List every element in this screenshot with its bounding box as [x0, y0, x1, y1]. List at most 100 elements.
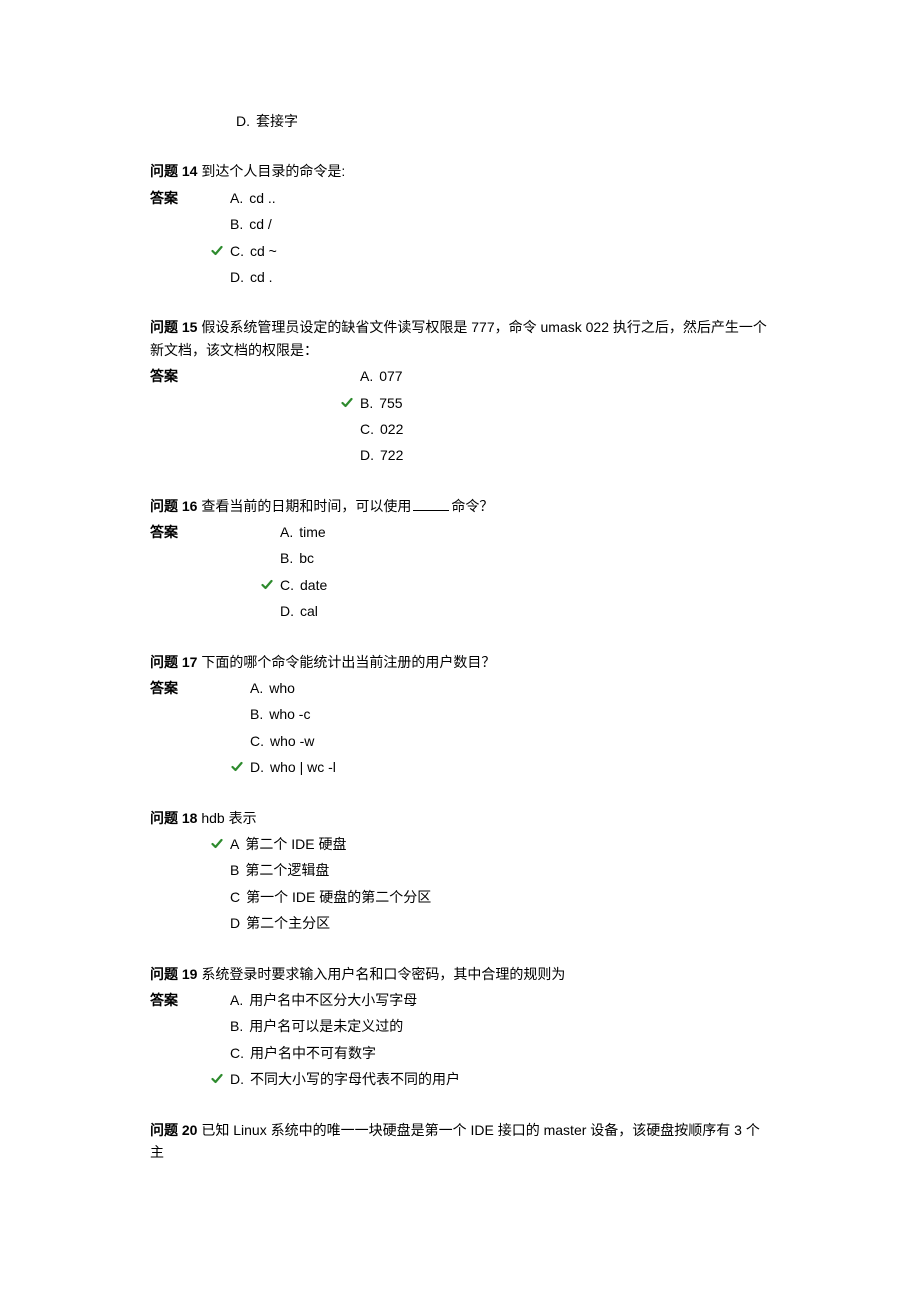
checkmark-icon — [210, 1073, 224, 1085]
answer-option: B. 755 — [340, 392, 403, 414]
question-header: 问题 14 到达个人目录的命令是: — [150, 160, 770, 182]
answer-row: 答案A.077B.755C. 022D.722 — [150, 365, 770, 467]
option-letter: C. — [280, 574, 294, 596]
question-text: 系统登录时要求输入用户名和口令密码，其中合理的规则为 — [201, 966, 565, 982]
options-list: A.cd ..B.cd /C.cd ~D.cd . — [210, 187, 277, 289]
question-block: 问题 19 系统登录时要求输入用户名和口令密码，其中合理的规则为答案A.用户名中… — [150, 963, 770, 1091]
answer-option: D. 722 — [340, 444, 403, 466]
question-header: 问题 19 系统登录时要求输入用户名和口令密码，其中合理的规则为 — [150, 963, 770, 985]
option-letter: C. — [230, 1042, 244, 1064]
checkmark-icon — [210, 245, 224, 257]
answer-option: C. 022 — [340, 418, 403, 440]
answer-option: B.bc — [260, 547, 327, 569]
checkmark-icon — [340, 397, 354, 409]
option-letter: A. — [230, 989, 243, 1011]
question-block: 问题 16 查看当前的日期和时间，可以使用命令？ 答案 A.time B.bc C. da… — [150, 495, 770, 623]
fill-blank — [413, 510, 449, 511]
question-number: 问题 16 — [150, 498, 201, 514]
option-letter: C — [230, 886, 240, 908]
question-text: 到达个人目录的命令是: — [201, 163, 345, 179]
option-text: 077 — [379, 365, 402, 387]
option-text: who — [269, 677, 295, 699]
answer-option: A. 用户名中不区分大小写字母 — [210, 989, 460, 1011]
option-text: date — [300, 574, 327, 596]
option-text: 第一个 IDE 硬盘的第二个分区 — [246, 886, 431, 908]
answer-option: D. cal — [260, 600, 327, 622]
option-letter: A. — [250, 677, 263, 699]
question-header: 问题 15 假设系统管理员设定的缺省文件读写权限是 777，命令 umask 0… — [150, 316, 770, 361]
checkmark-icon — [260, 579, 274, 591]
option-letter: B. — [230, 1015, 243, 1037]
option-text: 用户名可以是未定义过的 — [249, 1015, 403, 1037]
option-letter: B. — [280, 547, 293, 569]
option-text: 第二个主分区 — [246, 912, 330, 934]
answer-option: B. who -c — [230, 703, 336, 725]
option-text: 722 — [380, 444, 403, 466]
option-letter: B — [230, 859, 239, 881]
option-letter: D — [230, 912, 240, 934]
option-text: cal — [300, 600, 318, 622]
answer-option: B. 用户名可以是未定义过的 — [210, 1015, 460, 1037]
question-header: 问题 17 下面的哪个命令能统计出当前注册的用户数目？ — [150, 651, 770, 673]
answer-option: C.who -w — [230, 730, 336, 752]
answer-row: 答案A.cd ..B.cd /C.cd ~D.cd . — [150, 187, 770, 289]
option-letter: A. — [360, 365, 373, 387]
question-text: hdb 表示 — [201, 810, 256, 826]
question-block: 问题 14 到达个人目录的命令是:答案A.cd ..B.cd /C.cd ~D.… — [150, 160, 770, 288]
answer-label: 答案 — [150, 677, 210, 699]
options-list: A. 用户名中不区分大小写字母 B. 用户名可以是未定义过的C. 用户名中不可有数字 D.… — [210, 989, 460, 1091]
option-text: cd .. — [249, 187, 275, 209]
option-text: 022 — [380, 418, 403, 440]
answer-option: A. 077 — [340, 365, 403, 387]
option-letter: D. — [280, 600, 294, 622]
answer-option: A. who — [230, 677, 336, 699]
option-text: 用户名中不可有数字 — [250, 1042, 376, 1064]
question-number: 问题 14 — [150, 163, 201, 179]
options-list: A第二个 IDE 硬盘B第二个逻辑盘C第一个 IDE 硬盘的第二个分区D第二个主… — [210, 833, 431, 935]
answer-option: D. 套接字 — [216, 110, 770, 132]
answer-label: 答案 — [150, 989, 210, 1011]
option-letter: C. — [360, 418, 374, 440]
option-letter: D. — [360, 444, 374, 466]
answer-option: D 第二个主分区 — [210, 912, 431, 934]
option-text: 用户名中不区分大小写字母 — [249, 989, 417, 1011]
orphan-option-block: D. 套接字 — [216, 110, 770, 132]
question-block: 问题 18 hdb 表示.A第二个 IDE 硬盘B第二个逻辑盘C第一个 IDE … — [150, 807, 770, 935]
answer-option: B第二个逻辑盘 — [210, 859, 431, 881]
answer-label: 答案 — [150, 521, 210, 543]
answer-option: C.cd ~ — [210, 240, 277, 262]
question-number: 问题 20 — [150, 1122, 201, 1138]
question-header: 问题 20 已知 Linux 系统中的唯一一块硬盘是第一个 IDE 接口的 ma… — [150, 1119, 770, 1164]
answer-option: B.cd / — [210, 213, 277, 235]
option-text: 套接字 — [256, 110, 298, 132]
answer-option: C 第一个 IDE 硬盘的第二个分区 — [210, 886, 431, 908]
question-text: 查看当前的日期和时间，可以使用 — [201, 498, 411, 514]
option-text: 755 — [379, 392, 402, 414]
options-list: A.time B.bc C. date D. cal — [260, 521, 327, 623]
answer-row: 答案A. whoB.who -cC.who -wD.who | wc -l — [150, 677, 770, 779]
option-letter: B. — [250, 703, 263, 725]
option-text: cd / — [249, 213, 272, 235]
question-number: 问题 17 — [150, 654, 201, 670]
option-text: who -w — [270, 730, 314, 752]
answer-option: A.time — [260, 521, 327, 543]
option-text: 第二个 IDE 硬盘 — [245, 833, 346, 855]
checkmark-icon — [210, 838, 224, 850]
options-list: A.077B.755C. 022D.722 — [340, 365, 403, 467]
options-list: A. whoB.who -cC.who -wD.who | wc -l — [230, 677, 336, 779]
option-text: time — [299, 521, 325, 543]
option-text: cd . — [250, 266, 273, 288]
question-block: 问题 20 已知 Linux 系统中的唯一一块硬盘是第一个 IDE 接口的 ma… — [150, 1119, 770, 1164]
checkmark-icon — [230, 761, 244, 773]
option-text: who | wc -l — [270, 756, 336, 778]
option-letter: A. — [230, 187, 243, 209]
answer-label: . — [150, 833, 210, 855]
question-text: 下面的哪个命令能统计出当前注册的用户数目？ — [201, 654, 495, 670]
option-text: who -c — [269, 703, 310, 725]
question-number: 问题 18 — [150, 810, 201, 826]
option-letter: B. — [360, 392, 373, 414]
answer-row: 答案 A. 用户名中不区分大小写字母 B. 用户名可以是未定义过的C. 用户名中不可有数字… — [150, 989, 770, 1091]
option-letter: D. — [236, 110, 250, 132]
question-header: 问题 16 查看当前的日期和时间，可以使用命令？ — [150, 495, 770, 517]
answer-option: D.不同大小写的字母代表不同的用户 — [210, 1068, 460, 1090]
